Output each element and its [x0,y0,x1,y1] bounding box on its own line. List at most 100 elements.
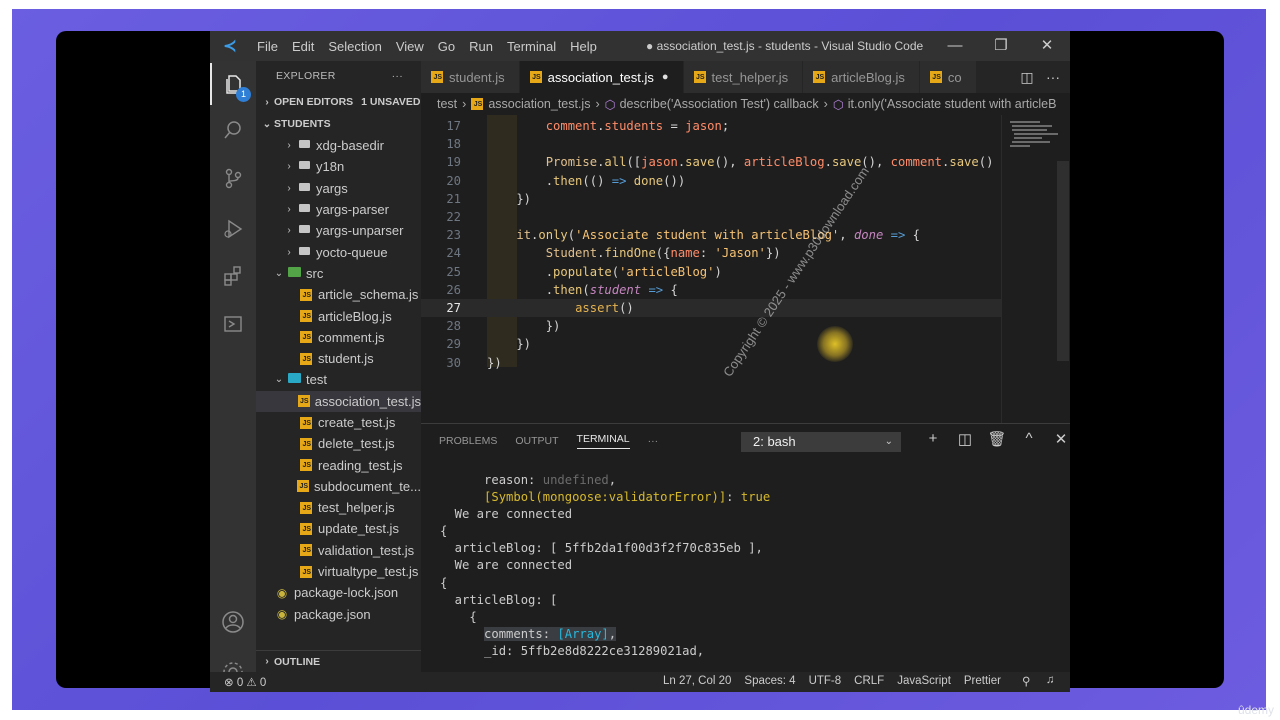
tab-test_helper-js[interactable]: JS test_helper.js [683,61,804,93]
account-icon[interactable] [210,601,256,643]
trash-icon[interactable]: 🗑 [981,430,1013,448]
tree-item[interactable]: JS association_test.js [256,390,421,412]
tab-articleBlog-js[interactable]: JS articleBlog.js [803,61,920,93]
code-editor[interactable]: 17 comment.students = jason; 18 19 Promise… [421,115,1001,423]
tree-item[interactable]: JS subdocument_te... [256,476,421,497]
menu-view[interactable]: View [389,39,431,54]
panel-tab-terminal[interactable]: TERMINAL [576,433,630,449]
terminal-token: [Symbol(mongoose:validatorError)] [484,490,727,505]
menu-help[interactable]: Help [563,39,604,54]
status-item[interactable]: Prettier [964,675,1001,687]
outline-section[interactable]: › OUTLINE [256,650,421,672]
code-token: Promise [545,155,598,170]
extensions-icon[interactable] [210,255,256,297]
more-actions-icon[interactable]: ··· [1040,69,1066,85]
split-terminal-icon[interactable]: ◫ [949,430,981,448]
code-token: => [890,228,906,243]
breadcrumb-separator-icon: › [595,97,600,111]
tree-item-label: test [306,372,327,388]
breadcrumb-scope-describe[interactable]: describe('Association Test') callback [620,97,819,111]
tree-item[interactable]: JS test_helper.js [256,497,421,518]
tree-item[interactable]: JS update_test.js [256,518,421,539]
bottom-panel: PROBLEMS OUTPUT TERMINAL ··· 2: bash ⌄ + ◫ … [421,423,1070,672]
feedback-icon[interactable]: ⚲ [1022,674,1030,688]
explorer-more-button[interactable]: ··· [392,70,403,82]
tree-item[interactable]: JS student.js [256,348,421,369]
status-item[interactable]: CRLF [854,675,884,687]
project-section[interactable]: ⌄ STUDENTS [256,113,421,135]
menu-selection[interactable]: Selection [321,39,388,54]
source-control-icon[interactable] [210,157,256,199]
panel-tab-output[interactable]: OUTPUT [515,435,558,447]
tree-item[interactable]: › yargs [256,178,421,199]
new-terminal-icon[interactable]: + [917,430,949,448]
restore-button[interactable]: ❐ [978,31,1024,61]
terminal-output[interactable]: reason: undefined, [Symbol(mongoose:vali… [440,472,770,660]
split-editor-icon[interactable]: ◫ [1014,69,1040,86]
tree-item-label: y18n [316,159,345,175]
search-icon[interactable] [210,109,256,151]
vertical-scrollbar[interactable] [1057,161,1069,361]
tree-item[interactable]: › yocto-queue [256,241,421,262]
menu-edit[interactable]: Edit [285,39,321,54]
open-editors-section[interactable]: › OPEN EDITORS 1 UNSAVED [256,91,421,113]
run-debug-icon[interactable] [210,207,256,249]
status-item[interactable]: Spaces: 4 [744,675,795,687]
tree-item[interactable]: JS delete_test.js [256,433,421,454]
tab-student-js[interactable]: JS student.js [421,61,520,93]
tree-item[interactable]: › yargs-unparser [256,220,421,241]
tree-item[interactable]: › y18n [256,156,421,177]
tree-item-label: create_test.js [318,415,396,430]
tree-item[interactable]: ◉ package-lock.json [256,582,421,603]
status-item[interactable]: Ln 27, Col 20 [663,675,731,687]
menu-go[interactable]: Go [431,39,462,54]
close-panel-icon[interactable]: ✕ [1045,430,1070,448]
menu-run[interactable]: Run [462,39,500,54]
explorer-sidebar: EXPLORER ··· › OPEN EDITORS 1 UNSAVED ⌄ … [256,61,421,672]
code-token: findOne [604,246,656,261]
unsaved-dot-icon[interactable]: ● [662,71,669,83]
tree-item[interactable]: ⌄ src [256,263,421,284]
terminal-line: reason: undefined, [440,472,770,489]
tree-item[interactable]: ⌄ test [256,369,421,390]
tree-item[interactable]: JS create_test.js [256,412,421,433]
code-line: 25 .populate('articleBlog') [421,263,1001,281]
problems-status[interactable]: ⊗ 0 ⚠ 0 [224,675,266,689]
tree-item[interactable]: › xdg-basedir [256,135,421,156]
breadcrumb-folder[interactable]: test [437,97,457,111]
status-item[interactable]: UTF-8 [809,675,842,687]
menu-terminal[interactable]: Terminal [500,39,563,54]
minimize-button[interactable]: — [932,31,978,61]
window-controls: — ❐ ✕ [932,31,1070,61]
bell-icon[interactable]: ♫ [1046,674,1055,686]
terminal-select[interactable]: 2: bash ⌄ [741,432,901,452]
js-file-icon: JS [693,71,706,83]
panel-tab-problems[interactable]: PROBLEMS [439,435,497,447]
panel-more-icon[interactable]: ··· [648,435,659,447]
breadcrumb-scope-it[interactable]: it.only('Associate student with articleB [848,97,1057,111]
remote-icon[interactable] [210,303,256,345]
tree-item[interactable]: JS articleBlog.js [256,305,421,326]
tree-item[interactable]: JS validation_test.js [256,540,421,561]
explorer-icon[interactable]: 1 [210,63,256,105]
code-token: comment [890,155,943,170]
tab-association_test-js[interactable]: JS association_test.js ● [519,61,684,93]
chevron-right-icon: › [287,161,291,173]
close-window-button[interactable]: ✕ [1024,31,1070,61]
breadcrumb-file[interactable]: association_test.js [488,97,590,111]
tree-item[interactable]: JS reading_test.js [256,454,421,475]
maximize-panel-icon[interactable]: ^ [1013,430,1045,448]
tree-item[interactable]: ◉ package.json [256,604,421,625]
menu-file[interactable]: File [250,39,285,54]
tree-item[interactable]: JS article_schema.js [256,284,421,305]
tree-item[interactable]: › yargs-parser [256,199,421,220]
status-item[interactable]: JavaScript [897,675,951,687]
terminal-token: { [440,575,448,590]
tab-co[interactable]: JS co [919,61,977,93]
terminal-token: ], [740,541,763,556]
chevron-right-icon: › [287,182,291,194]
tree-item[interactable]: JS comment.js [256,327,421,348]
tree-item[interactable]: JS virtualtype_test.js [256,561,421,582]
folder-icon [296,182,312,194]
